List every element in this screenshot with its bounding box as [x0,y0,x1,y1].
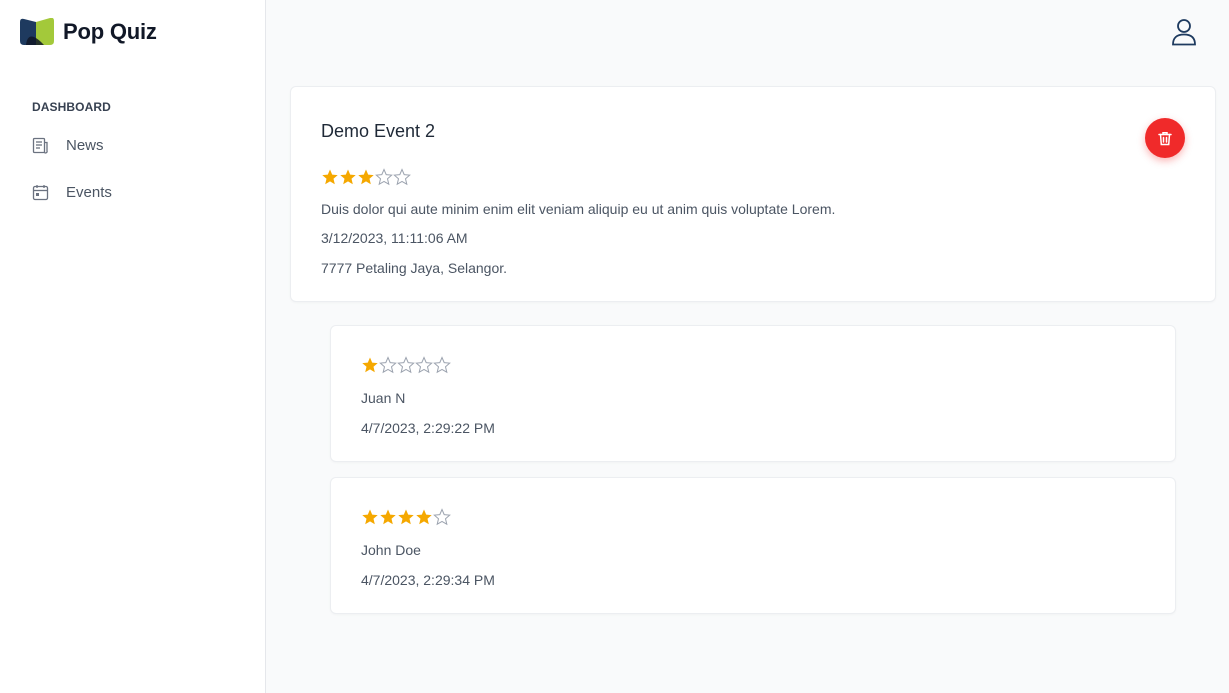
user-icon [1172,19,1196,46]
star-empty-icon [379,356,397,374]
sidebar-item-news[interactable]: News [32,137,104,154]
star-filled-icon [380,509,396,525]
user-menu-button[interactable] [1171,18,1197,46]
star-filled-icon [340,169,356,185]
star-empty-icon [433,356,451,374]
event-rating [321,168,411,186]
star-empty-icon [397,356,415,374]
event-description: Duis dolor qui aute minim enim elit veni… [321,201,836,217]
star-filled-icon [322,169,338,185]
star-empty-icon [433,508,451,526]
event-title: Demo Event 2 [321,121,436,141]
calendar-icon [32,184,49,201]
delete-event-button[interactable] [1145,118,1185,158]
review-author: John Doe [361,542,421,558]
sidebar-item-events[interactable]: Events [32,184,112,201]
brand[interactable]: Pop Quiz [20,18,157,45]
sidebar-item-label: Events [66,184,112,201]
sidebar: Pop Quiz DASHBOARD News Events [0,0,266,693]
star-filled-icon [358,169,374,185]
event-location: 7777 Petaling Jaya, Selangor. [321,260,508,276]
star-filled-icon [416,509,432,525]
star-filled-icon [398,509,414,525]
star-empty-icon [393,168,411,186]
review-author: Juan N [361,390,406,406]
review-card: John Doe 4/7/2023, 2:29:34 PM [330,477,1176,614]
review-timestamp: 4/7/2023, 2:29:22 PM [361,420,495,436]
review-rating [361,508,451,526]
newspaper-icon [32,137,49,154]
main-content: Demo Event 2 Duis dolor qui aute minim e… [267,0,1229,693]
review-timestamp: 4/7/2023, 2:29:34 PM [361,572,495,588]
star-filled-icon [362,509,378,525]
star-filled-icon [362,357,378,373]
logo-icon [20,18,54,45]
section-label-dashboard: DASHBOARD [32,100,111,114]
event-date: 3/12/2023, 11:11:06 AM [321,230,468,246]
review-rating [361,356,451,374]
event-card: Demo Event 2 Duis dolor qui aute minim e… [290,86,1216,302]
trash-icon [1158,131,1172,145]
sidebar-item-label: News [66,137,104,154]
star-empty-icon [375,168,393,186]
app-name: Pop Quiz [63,18,157,44]
star-empty-icon [415,356,433,374]
review-card: Juan N 4/7/2023, 2:29:22 PM [330,325,1176,462]
